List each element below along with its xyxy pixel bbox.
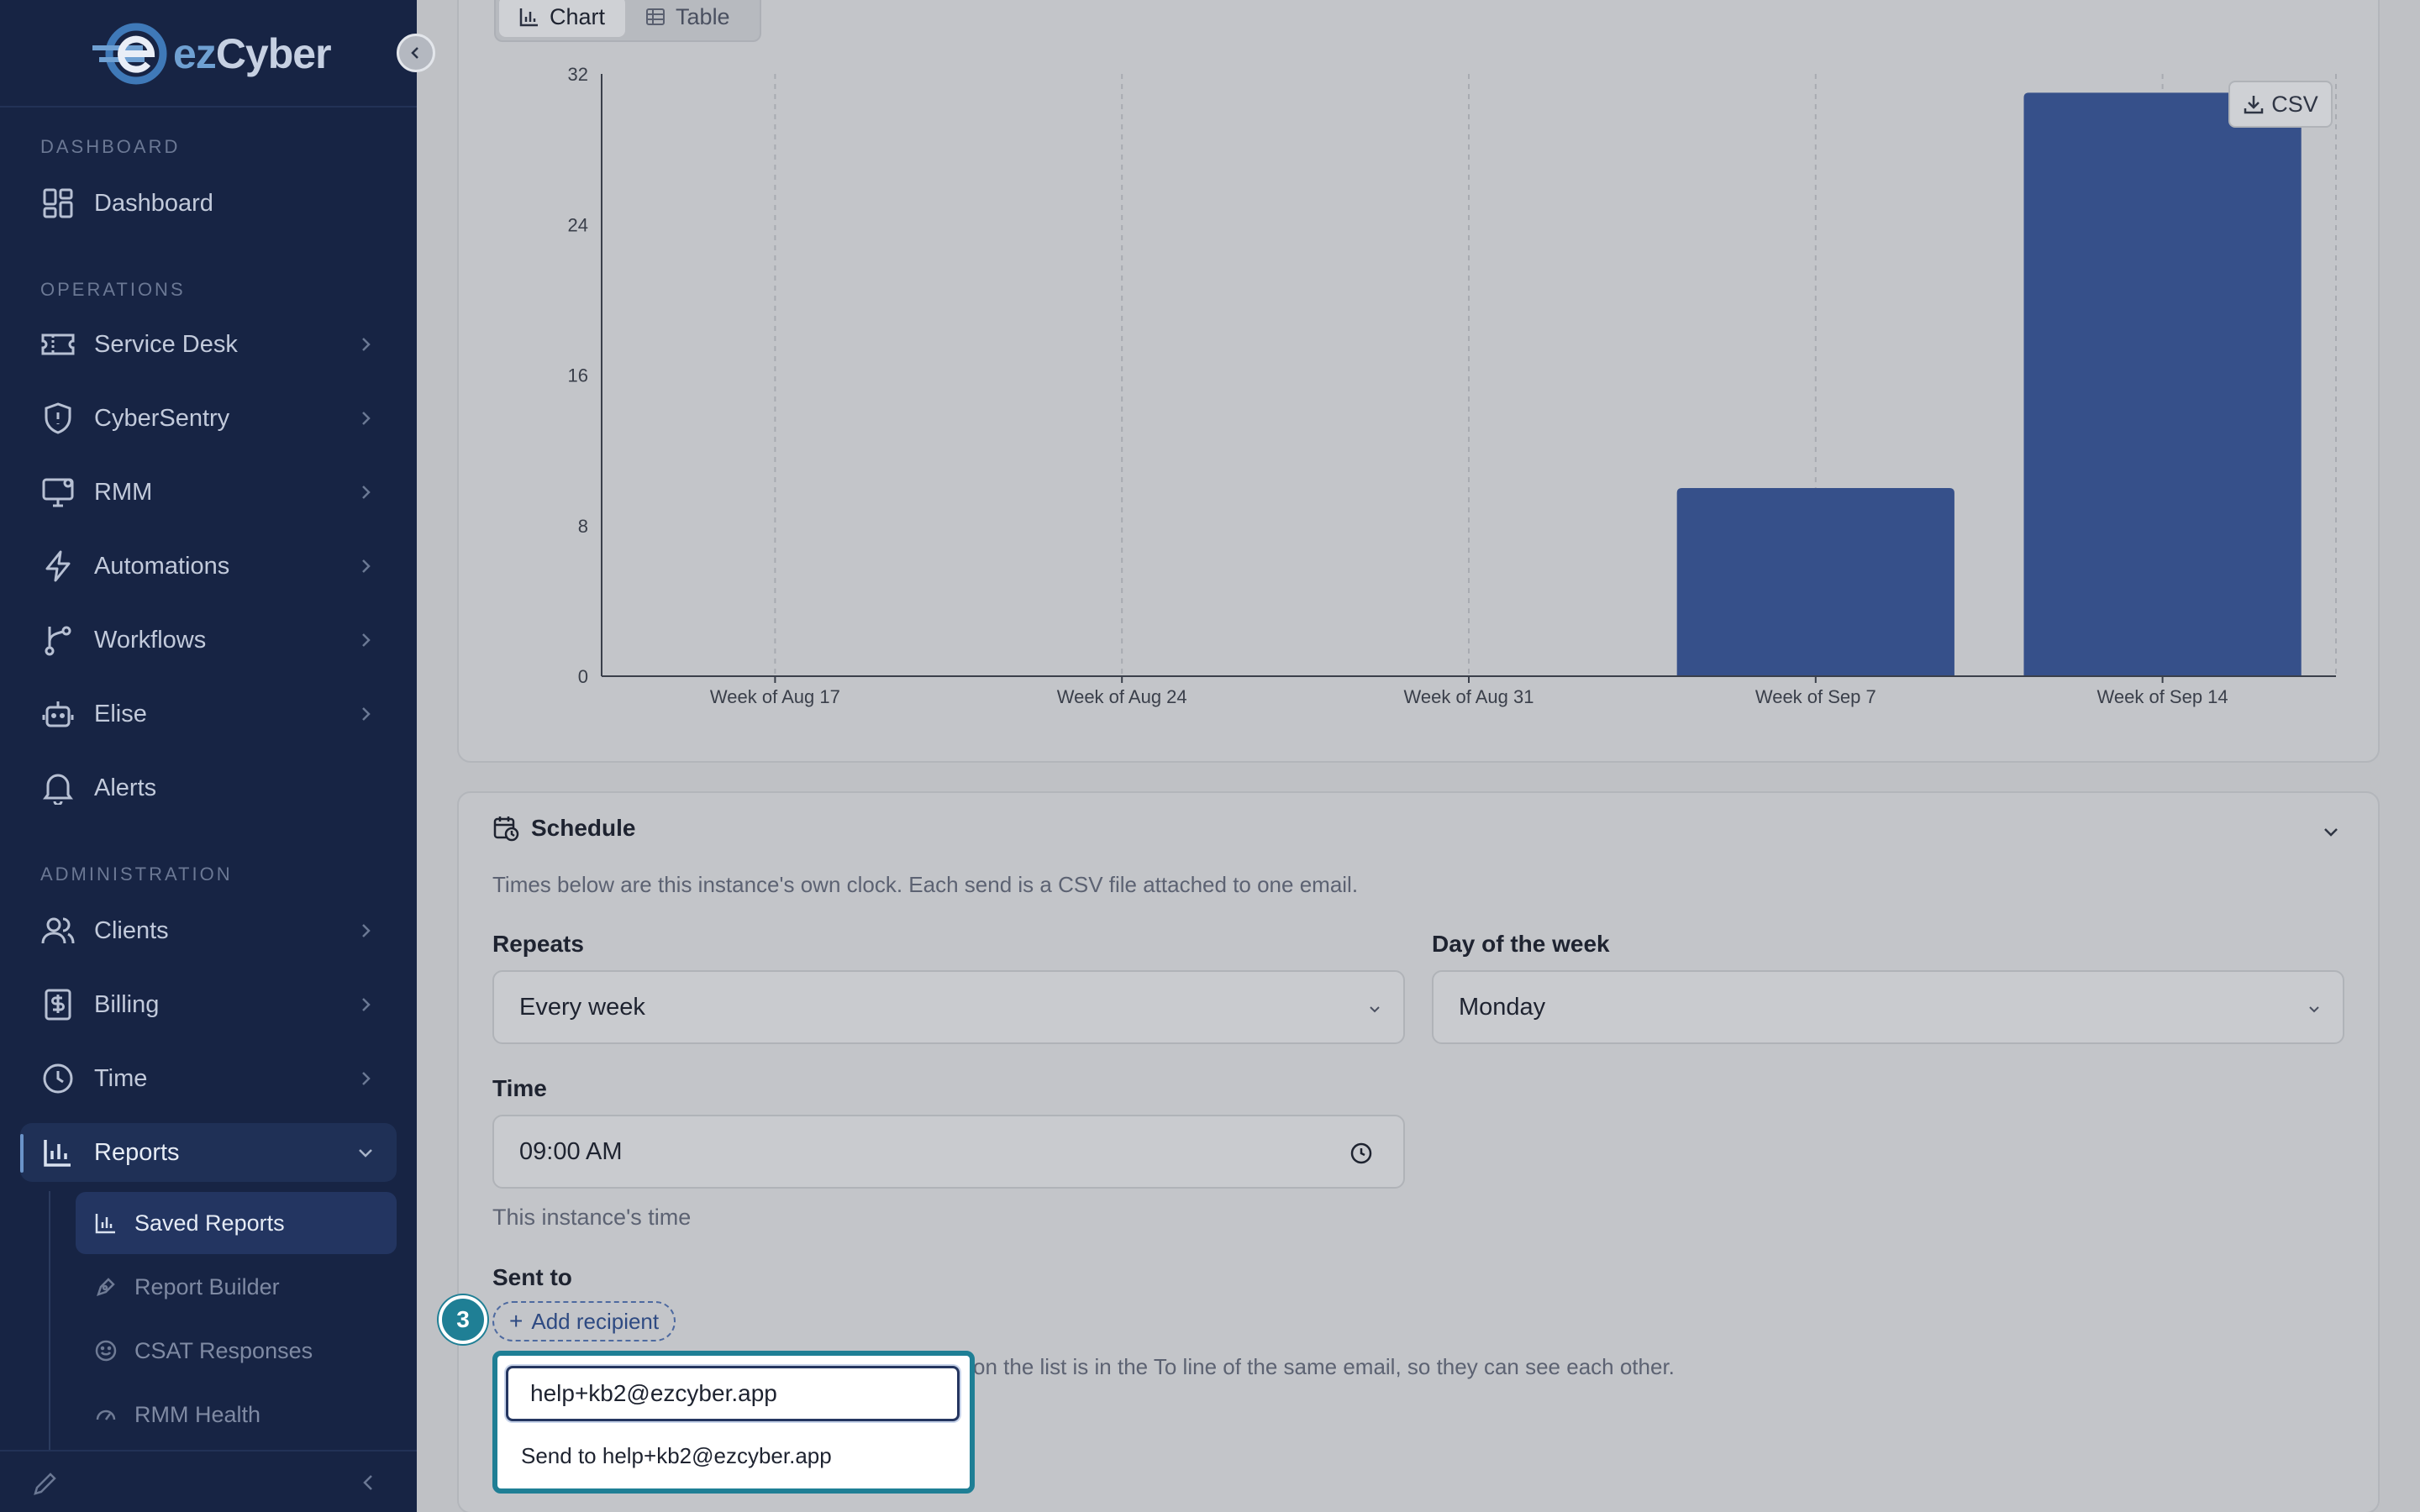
chevron-down-icon[interactable] [2321, 822, 2341, 842]
time-hint: This instance's time [492, 1205, 692, 1230]
sidebar-item-label: Clients [94, 916, 169, 944]
sidebar-item-billing[interactable]: Billing [20, 975, 397, 1034]
pencil-icon[interactable] [32, 1470, 59, 1497]
day-of-week-value: Monday [1459, 993, 1546, 1021]
time-input[interactable]: 09:00 AM [492, 1115, 1405, 1189]
gauge-icon [94, 1403, 118, 1426]
calendar-clock-icon [493, 816, 519, 842]
y-tick-label: 24 [568, 214, 588, 235]
y-tick-label: 8 [578, 516, 588, 537]
step-badge: 3 [439, 1295, 487, 1344]
recipient-popover: help+kb2@ezcyber.app Send to help+kb2@ez… [492, 1351, 975, 1494]
bar-chart-icon [40, 1135, 76, 1170]
dollar-receipt-icon [40, 987, 76, 1022]
chevron-down-icon [2309, 1006, 2319, 1013]
add-recipient-button[interactable]: + Add recipient [492, 1301, 676, 1341]
sidebar-item-label: Time [94, 1064, 148, 1092]
add-recipient-label: Add recipient [531, 1308, 660, 1334]
bar [1676, 487, 1954, 676]
sidebar-item-time[interactable]: Time [20, 1049, 397, 1108]
y-tick-label: 32 [568, 64, 588, 85]
csv-download-button[interactable]: CSV [2228, 81, 2333, 128]
schedule-description: Times below are this instance's own cloc… [492, 872, 1359, 897]
pen-tool-icon [94, 1275, 118, 1299]
sidebar-subitem-label: CSAT Responses [134, 1337, 313, 1363]
sidebar-subitem-csat-responses[interactable]: CSAT Responses [76, 1320, 397, 1382]
x-tick-label: Week of Sep 14 [2097, 686, 2228, 707]
sidebar-item-reports[interactable]: Reports [20, 1123, 397, 1182]
chevron-left-icon [411, 47, 418, 59]
schedule-title: Schedule [531, 815, 636, 841]
sidebar-subitem-rmm-health[interactable]: RMM Health [76, 1383, 397, 1446]
sidebar-item-label: Reports [94, 1138, 180, 1166]
users-icon [40, 913, 76, 948]
schedule-header[interactable]: Schedule [492, 815, 635, 842]
day-of-week-label: Day of the week [1432, 931, 1610, 957]
time-value: 09:00 AM [519, 1137, 623, 1165]
x-tick-label: Week of Sep 7 [1755, 686, 1876, 707]
chevron-right-icon [362, 924, 371, 937]
clock-icon[interactable] [1349, 1142, 1373, 1165]
bell-icon [40, 770, 76, 806]
plus-icon: + [509, 1308, 523, 1334]
submenu-guide-line [49, 1191, 50, 1452]
sidebar-subitem-label: Report Builder [134, 1273, 280, 1299]
x-tick-label: Week of Aug 17 [710, 686, 840, 707]
chevron-down-icon [359, 1149, 372, 1158]
sidebar-subitem-report-builder[interactable]: Report Builder [76, 1256, 397, 1318]
sidebar-item-alerts[interactable]: Alerts [20, 759, 397, 817]
sidebar-item-clients[interactable]: Clients [20, 901, 397, 960]
day-of-week-select[interactable]: Monday [1432, 970, 2344, 1044]
chevron-down-icon [1370, 1006, 1380, 1013]
repeats-value: Every week [519, 993, 645, 1021]
time-label: Time [492, 1075, 547, 1101]
bar [2023, 92, 2302, 676]
sent-to-label: Sent to [492, 1264, 572, 1290]
sidebar-footer [0, 1450, 417, 1512]
chevron-right-icon [362, 998, 371, 1011]
sidebar-collapse-button[interactable] [397, 34, 435, 72]
x-tick-label: Week of Aug 24 [1057, 686, 1187, 707]
repeats-select[interactable]: Every week [492, 970, 1405, 1044]
bar-chart: 0 8 16 24 32 Week of Aug 17 Week of Aug 24 Week… [568, 64, 2337, 707]
active-indicator [20, 1134, 24, 1173]
sidebar-subitem-label: RMM Health [134, 1401, 261, 1427]
download-icon [2244, 96, 2264, 114]
clock-icon [40, 1061, 76, 1096]
smile-icon [94, 1339, 118, 1362]
sidebar-item-label: Alerts [94, 774, 157, 801]
section-label-administration: ADMINISTRATION [40, 864, 233, 885]
send-to-option[interactable]: Send to help+kb2@ezcyber.app [521, 1443, 832, 1469]
sidebar-subitem-label: Saved Reports [134, 1210, 285, 1236]
chevron-left-icon[interactable] [360, 1473, 378, 1492]
sidebar-subitem-saved-reports[interactable]: Saved Reports [76, 1192, 397, 1254]
x-tick-label: Week of Aug 31 [1404, 686, 1534, 707]
recipient-email-input[interactable]: help+kb2@ezcyber.app [506, 1366, 960, 1421]
y-tick-label: 0 [578, 666, 588, 687]
bar-chart-icon [94, 1211, 118, 1235]
recipients-note: on the list is in the To line of the sam… [973, 1354, 1675, 1379]
repeats-label: Repeats [492, 931, 584, 957]
sidebar-item-label: Billing [94, 990, 160, 1018]
y-tick-label: 16 [568, 365, 588, 386]
chevron-right-icon [362, 1072, 371, 1085]
csv-button-label: CSV [2271, 91, 2318, 117]
